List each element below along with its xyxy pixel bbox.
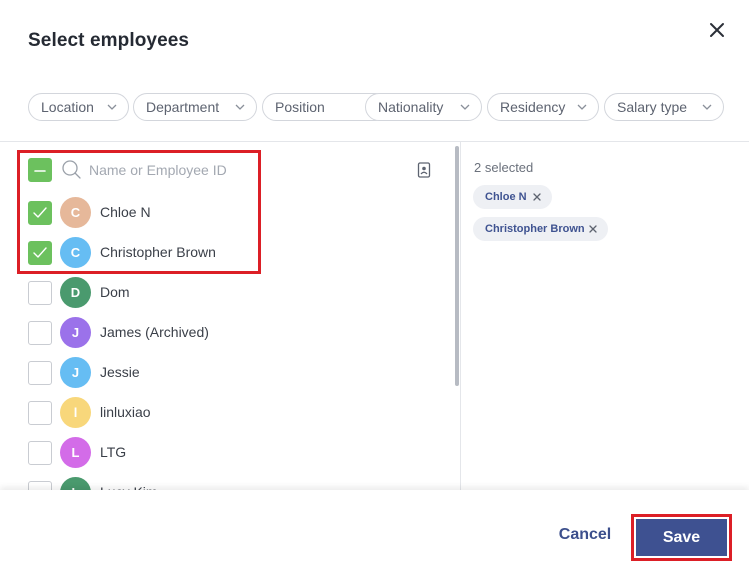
- avatar: l: [60, 397, 91, 428]
- select-employees-dialog: Select employees Location Department Pos…: [0, 0, 749, 580]
- employee-row[interactable]: D Dom: [28, 277, 448, 309]
- filter-label: Department: [146, 99, 220, 115]
- list-scrollbar[interactable]: [455, 146, 459, 386]
- avatar: L: [60, 437, 91, 468]
- chevron-down-icon: [702, 104, 712, 110]
- chevron-down-icon: [235, 104, 245, 110]
- selected-chip: Chloe N: [473, 185, 552, 209]
- dialog-title: Select employees: [28, 30, 190, 51]
- avatar: D: [60, 277, 91, 308]
- avatar: J: [60, 317, 91, 348]
- employee-checkbox[interactable]: [28, 361, 52, 385]
- filter-residency[interactable]: Residency: [487, 93, 599, 121]
- filter-location[interactable]: Location: [28, 93, 129, 121]
- selected-chip: Christopher Brown: [473, 217, 608, 241]
- chevron-down-icon: [577, 104, 587, 110]
- filter-label: Position: [275, 99, 325, 115]
- chevron-down-icon: [107, 104, 117, 110]
- remove-chip-icon[interactable]: [587, 222, 599, 236]
- cancel-button[interactable]: Cancel: [550, 526, 620, 548]
- selected-count: 2 selected: [474, 160, 534, 175]
- employee-row[interactable]: L LTG: [28, 437, 448, 469]
- chevron-down-icon: [460, 104, 470, 110]
- filter-salary-type[interactable]: Salary type: [604, 93, 724, 121]
- filter-label: Salary type: [617, 99, 688, 115]
- employee-name: LTG: [100, 444, 127, 460]
- employee-name: Dom: [100, 284, 130, 300]
- employee-checkbox[interactable]: [28, 321, 52, 345]
- filter-department[interactable]: Department: [133, 93, 257, 121]
- filter-label: Residency: [500, 99, 566, 115]
- employee-checkbox[interactable]: [28, 401, 52, 425]
- employee-id-icon[interactable]: [417, 162, 431, 178]
- employee-row[interactable]: J Jessie: [28, 357, 448, 389]
- employee-name: linluxiao: [100, 404, 151, 420]
- filter-label: Location: [41, 99, 94, 115]
- filter-nationality[interactable]: Nationality: [365, 93, 482, 121]
- employee-checkbox[interactable]: [28, 441, 52, 465]
- remove-chip-icon[interactable]: [531, 190, 543, 204]
- employee-name: James (Archived): [100, 324, 209, 340]
- save-button[interactable]: Save: [636, 519, 727, 556]
- employee-checkbox[interactable]: [28, 281, 52, 305]
- panel-divider: [460, 142, 461, 492]
- close-icon: [710, 23, 724, 37]
- filter-label: Nationality: [378, 99, 444, 115]
- filter-divider: [0, 141, 749, 142]
- employee-row[interactable]: J James (Archived): [28, 317, 448, 349]
- chip-label: Chloe N: [485, 191, 527, 203]
- avatar: J: [60, 357, 91, 388]
- close-button[interactable]: [706, 19, 728, 41]
- employee-row[interactable]: l linluxiao: [28, 397, 448, 429]
- chip-label: Christopher Brown: [485, 223, 585, 235]
- selection-highlight: [17, 150, 261, 274]
- employee-name: Jessie: [100, 364, 140, 380]
